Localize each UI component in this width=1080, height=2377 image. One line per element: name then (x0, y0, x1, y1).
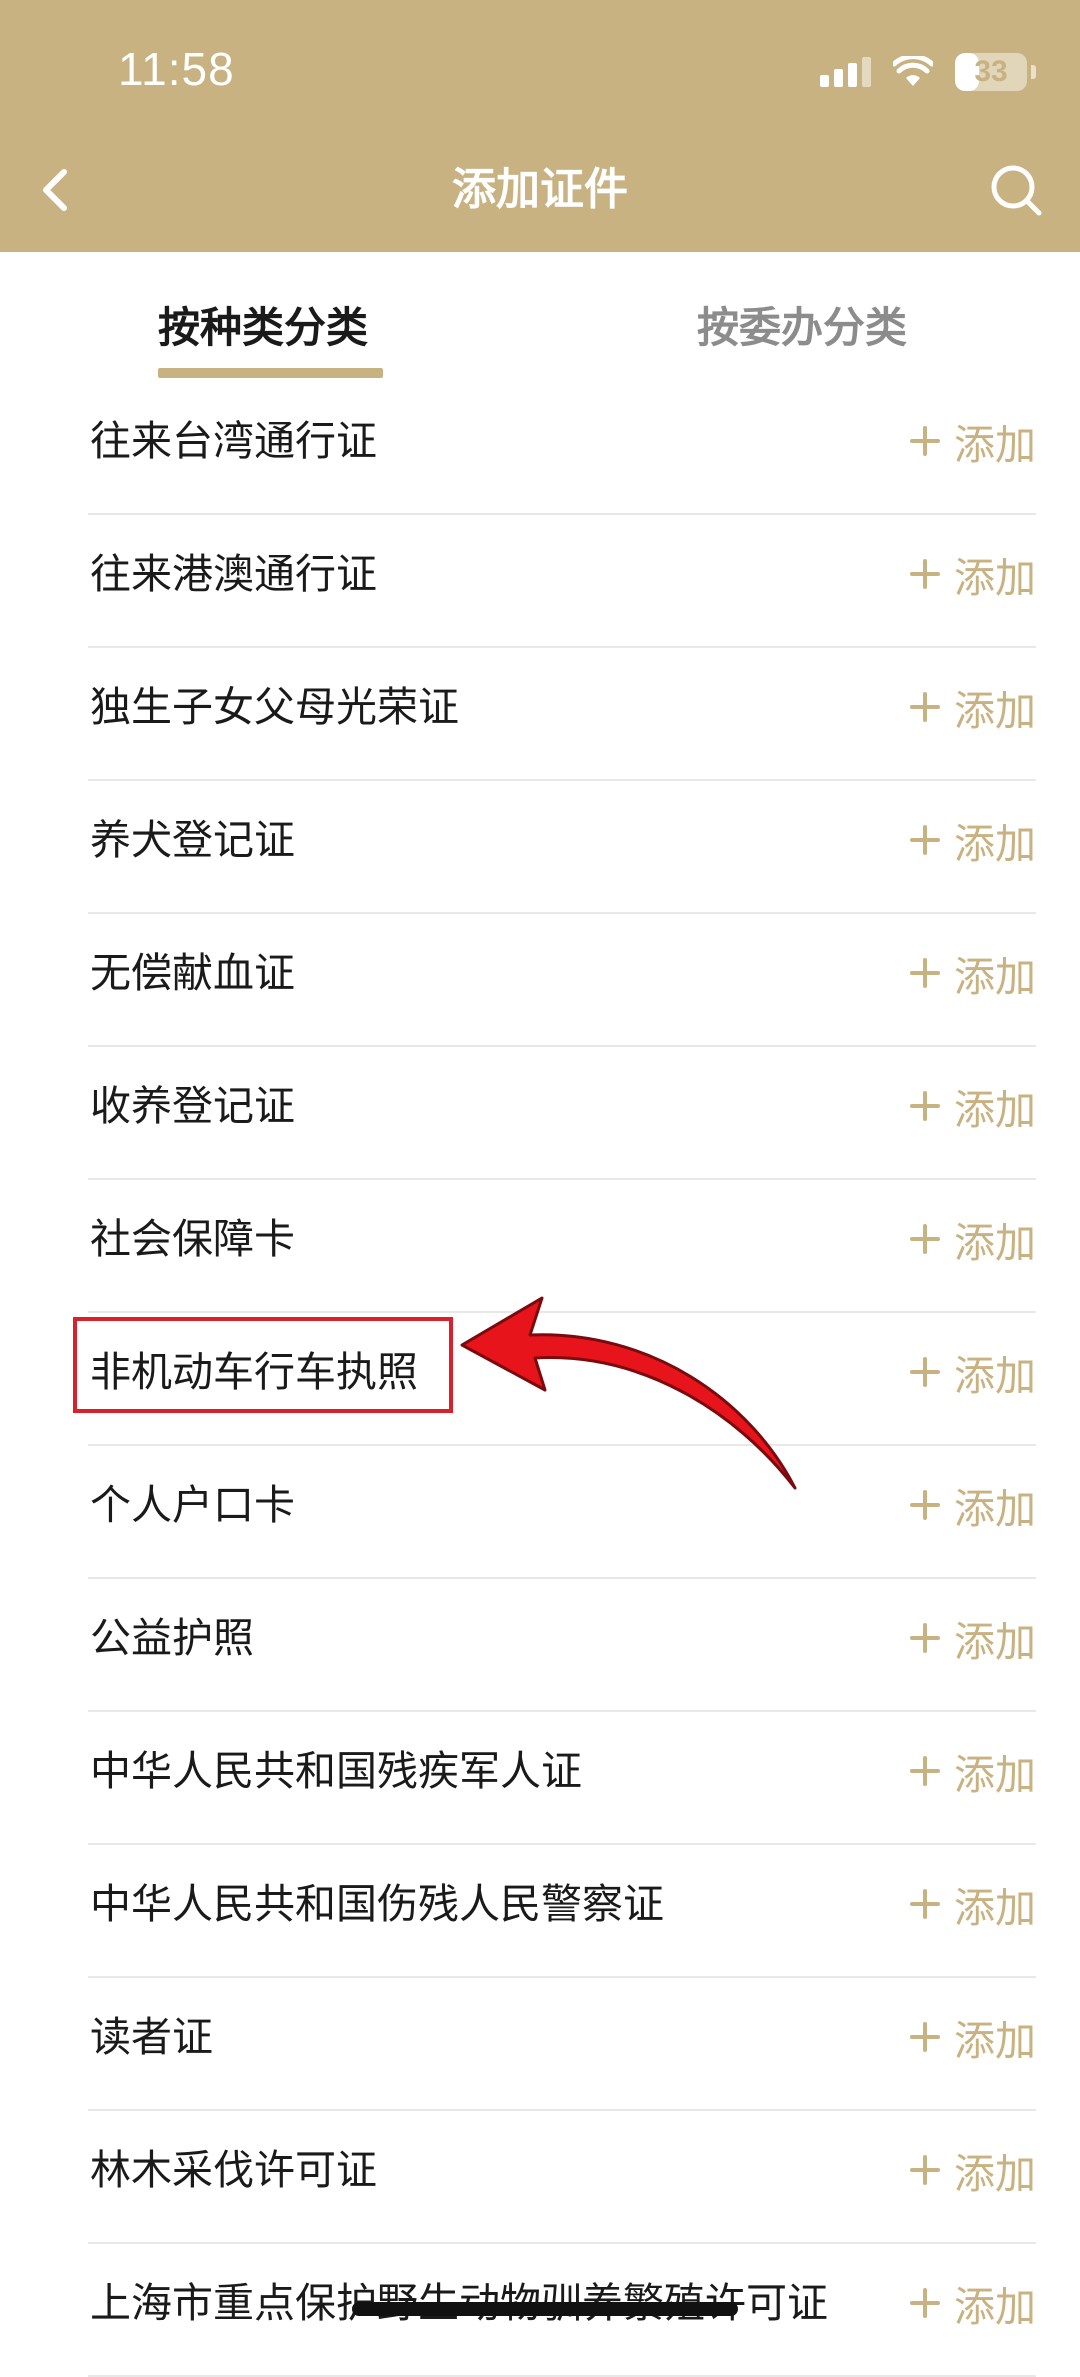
red-arrow-annotation (460, 1296, 797, 1490)
list-item: 收养登记证 添加 (88, 1047, 1036, 1180)
plus-icon (910, 1756, 940, 1786)
plus-icon (910, 2288, 940, 2318)
cellular-signal-icon (820, 57, 871, 87)
document-type-label: 中华人民共和国残疾军人证 (90, 1747, 582, 1795)
document-type-label: 个人户口卡 (90, 1481, 295, 1529)
plus-icon (910, 1623, 940, 1653)
document-type-label: 中华人民共和国伤残人民警察证 (90, 1880, 664, 1928)
list-item: 往来港澳通行证 添加 (88, 515, 1036, 648)
add-label: 添加 (954, 1485, 1036, 1533)
tab-by-type[interactable]: 按种类分类 (158, 300, 368, 356)
document-type-label: 公益护照 (90, 1614, 254, 1662)
plus-icon (910, 1224, 940, 1254)
add-label: 添加 (954, 554, 1036, 602)
category-tabs: 按种类分类 按委办分类 (0, 252, 1080, 382)
plus-icon (910, 426, 940, 456)
add-label: 添加 (954, 1751, 1036, 1799)
list-item: 读者证 添加 (88, 1978, 1036, 2111)
add-label: 添加 (954, 1219, 1036, 1267)
plus-icon (910, 958, 940, 988)
plus-icon (910, 692, 940, 722)
list-item: 中华人民共和国伤残人民警察证 添加 (88, 1845, 1036, 1978)
plus-icon (910, 1091, 940, 1121)
battery-percentage: 33 (974, 55, 1008, 88)
list-item: 公益护照 添加 (88, 1579, 1036, 1712)
plus-icon (910, 1889, 940, 1919)
list-item: 往来台湾通行证 添加 (88, 382, 1036, 515)
add-label: 添加 (954, 1086, 1036, 1134)
plus-icon (910, 559, 940, 589)
add-button[interactable]: 添加 (910, 515, 1036, 633)
add-label: 添加 (954, 421, 1036, 469)
add-button[interactable]: 添加 (910, 1845, 1036, 1963)
add-button[interactable]: 添加 (910, 1978, 1036, 2096)
list-item: 无偿献血证 添加 (88, 914, 1036, 1047)
page-title: 添加证件 (452, 164, 628, 215)
add-button[interactable]: 添加 (910, 1313, 1036, 1431)
document-type-label: 读者证 (90, 2013, 213, 2061)
document-type-label: 林木采伐许可证 (90, 2146, 377, 2194)
add-label: 添加 (954, 687, 1036, 735)
add-button[interactable]: 添加 (910, 648, 1036, 766)
add-label: 添加 (954, 1618, 1036, 1666)
home-indicator (352, 2302, 738, 2316)
battery-tip (1031, 65, 1036, 79)
add-label: 添加 (954, 1352, 1036, 1400)
add-button[interactable]: 添加 (910, 1180, 1036, 1298)
document-type-label: 无偿献血证 (90, 949, 295, 997)
plus-icon (910, 825, 940, 855)
plus-icon (910, 1490, 940, 1520)
document-type-label: 收养登记证 (90, 1082, 295, 1130)
app-header: 11:58 33 添加证件 (0, 0, 1080, 252)
add-label: 添加 (954, 2283, 1036, 2331)
status-time: 11:58 (118, 43, 235, 95)
document-type-label: 往来港澳通行证 (90, 550, 377, 598)
status-indicators: 33 (820, 50, 1036, 94)
wifi-icon (893, 56, 933, 86)
add-button[interactable]: 添加 (910, 1446, 1036, 1564)
add-button[interactable]: 添加 (910, 1047, 1036, 1165)
plus-icon (910, 1357, 940, 1387)
add-label: 添加 (954, 953, 1036, 1001)
add-button[interactable]: 添加 (910, 781, 1036, 899)
add-label: 添加 (954, 2017, 1036, 2065)
add-label: 添加 (954, 2150, 1036, 2198)
add-label: 添加 (954, 1884, 1036, 1932)
list-item: 养犬登记证 添加 (88, 781, 1036, 914)
tab-by-department[interactable]: 按委办分类 (697, 300, 907, 356)
document-type-label: 社会保障卡 (90, 1215, 295, 1263)
add-button[interactable]: 添加 (910, 1712, 1036, 1830)
active-tab-indicator (158, 368, 383, 378)
document-type-label: 独生子女父母光荣证 (90, 683, 459, 731)
list-item: 林木采伐许可证 添加 (88, 2111, 1036, 2244)
plus-icon (910, 2022, 940, 2052)
search-icon[interactable] (986, 160, 1046, 220)
add-label: 添加 (954, 820, 1036, 868)
add-button[interactable]: 添加 (910, 914, 1036, 1032)
add-button[interactable]: 添加 (910, 382, 1036, 500)
plus-icon (910, 2155, 940, 2185)
add-button[interactable]: 添加 (910, 2111, 1036, 2229)
battery-icon: 33 (955, 53, 1027, 91)
document-type-label: 养犬登记证 (90, 816, 295, 864)
list-item: 中华人民共和国残疾军人证 添加 (88, 1712, 1036, 1845)
add-button[interactable]: 添加 (910, 1579, 1036, 1697)
document-type-label: 往来台湾通行证 (90, 417, 377, 465)
highlight-annotation-box (73, 1317, 453, 1413)
add-button[interactable]: 添加 (910, 2244, 1036, 2362)
list-item: 独生子女父母光荣证 添加 (88, 648, 1036, 781)
